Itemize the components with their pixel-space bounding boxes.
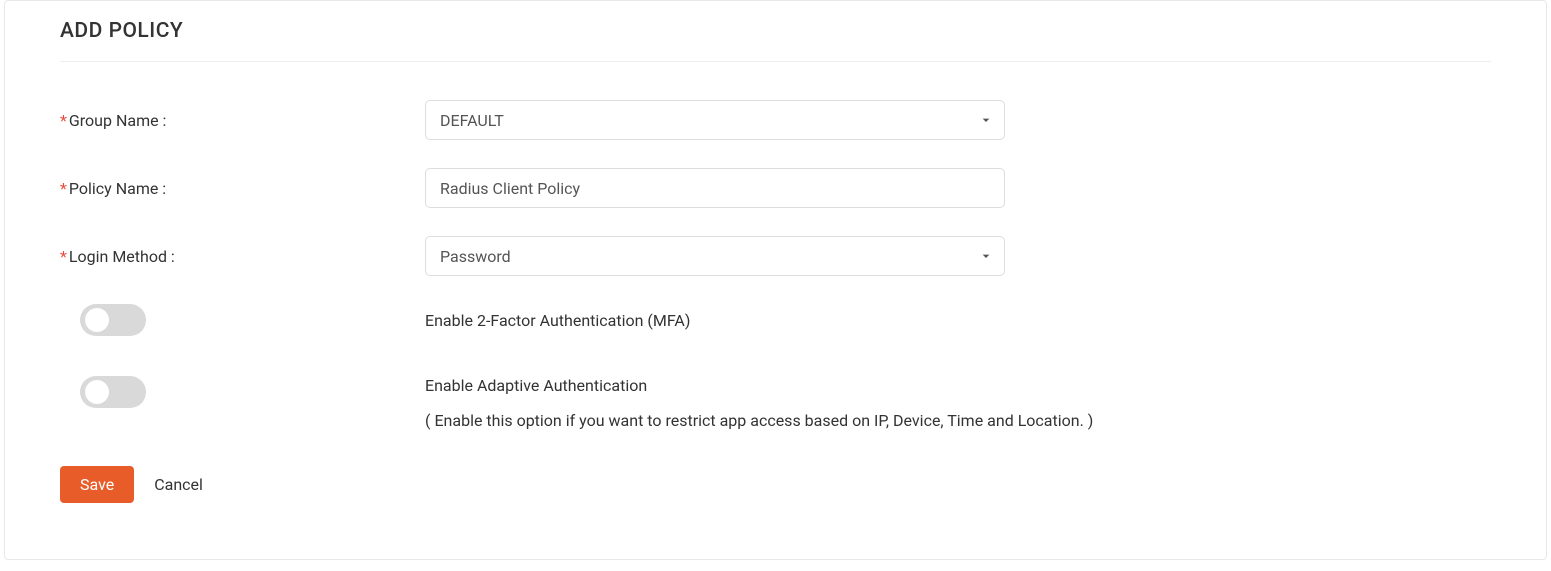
button-row: Save Cancel	[60, 466, 1491, 503]
add-policy-panel: ADD POLICY * Group Name : DEFAULT * Poli…	[4, 0, 1547, 560]
toggle-col-mfa	[60, 304, 425, 336]
adaptive-hint: ( Enable this option if you want to rest…	[425, 411, 1491, 430]
login-method-select[interactable]: Password	[425, 236, 1005, 276]
label-text: Policy Name :	[69, 179, 166, 198]
field-group-name: DEFAULT	[425, 100, 1005, 140]
row-login-method: * Login Method : Password	[60, 236, 1491, 276]
label-login-method: * Login Method :	[60, 247, 425, 266]
row-group-name: * Group Name : DEFAULT	[60, 100, 1491, 140]
required-star: *	[60, 111, 67, 130]
field-policy-name	[425, 168, 1005, 208]
mfa-toggle[interactable]	[80, 304, 146, 336]
save-button[interactable]: Save	[60, 466, 134, 503]
adaptive-toggle[interactable]	[80, 376, 146, 408]
label-text: Login Method :	[69, 247, 175, 266]
cancel-button[interactable]: Cancel	[154, 475, 203, 494]
group-name-select[interactable]: DEFAULT	[425, 100, 1005, 140]
required-star: *	[60, 179, 67, 198]
toggle-col-adaptive	[60, 376, 425, 408]
toggle-slider-icon	[80, 304, 146, 336]
policy-name-input[interactable]	[425, 168, 1005, 208]
adaptive-label: Enable Adaptive Authentication	[425, 376, 1491, 395]
mfa-label: Enable 2-Factor Authentication (MFA)	[425, 311, 1491, 330]
required-star: *	[60, 247, 67, 266]
label-policy-name: * Policy Name :	[60, 179, 425, 198]
row-mfa: Enable 2-Factor Authentication (MFA)	[60, 304, 1491, 336]
row-policy-name: * Policy Name :	[60, 168, 1491, 208]
toggle-slider-icon	[80, 376, 146, 408]
field-login-method: Password	[425, 236, 1005, 276]
divider	[60, 61, 1491, 62]
label-text: Group Name :	[69, 111, 167, 130]
row-adaptive: Enable Adaptive Authentication ( Enable …	[60, 376, 1491, 430]
adaptive-text-col: Enable Adaptive Authentication ( Enable …	[425, 376, 1491, 430]
page-title: ADD POLICY	[60, 19, 1491, 43]
label-group-name: * Group Name :	[60, 111, 425, 130]
